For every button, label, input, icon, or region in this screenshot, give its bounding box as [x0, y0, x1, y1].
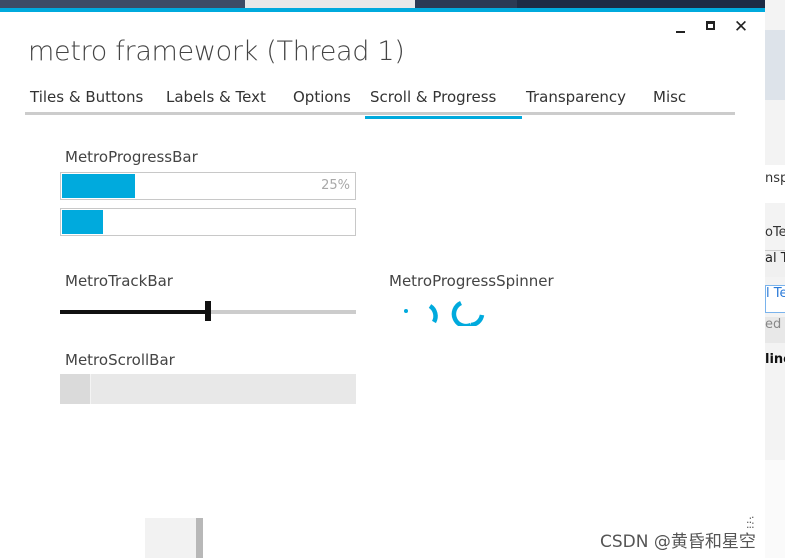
background-panel	[765, 460, 785, 558]
progress-bar-label: MetroProgressBar	[65, 148, 198, 166]
tab-options[interactable]: Options	[293, 88, 351, 112]
background-scrollbar	[196, 518, 203, 558]
scrollbar[interactable]	[60, 374, 356, 404]
metro-window: metro framework (Thread 1) ✕ Tiles & But…	[0, 8, 765, 530]
desktop-strip-segment	[245, 0, 415, 8]
tab-tiles-buttons[interactable]: Tiles & Buttons	[30, 88, 143, 112]
trackbar-label: MetroTrackBar	[65, 272, 173, 290]
maximize-button[interactable]	[703, 18, 721, 36]
resize-grip-icon[interactable]: ..:..:	[746, 509, 755, 530]
scrollbar-thumb[interactable]	[60, 374, 91, 404]
trackbar-filled	[60, 310, 208, 314]
tab-strip: Tiles & Buttons Labels & Text Options Sc…	[25, 84, 735, 119]
desktop-strip-segment	[517, 0, 785, 8]
progress-bar-2-fill	[62, 210, 103, 234]
desktop-strip-segment	[0, 0, 245, 8]
background-text: al T	[765, 250, 785, 277]
background-window-bottom	[145, 518, 203, 558]
desktop-top-strip	[0, 0, 785, 8]
watermark: CSDN @黄昏和星空	[600, 532, 756, 552]
tab-transparency[interactable]: Transparency	[526, 88, 626, 112]
trackbar[interactable]	[60, 301, 356, 321]
window-title: metro framework (Thread 1)	[28, 36, 405, 67]
trackbar-thumb[interactable]	[205, 301, 211, 321]
background-window-right: nspa oTe al T l Tex ed line	[765, 0, 785, 558]
minimize-button[interactable]	[672, 18, 690, 36]
spinner-arcs-icon	[404, 300, 485, 326]
spinner-label: MetroProgressSpinner	[389, 272, 554, 290]
progress-bar-2	[60, 208, 356, 236]
close-button[interactable]: ✕	[732, 18, 750, 36]
background-text: oTe	[765, 225, 785, 240]
tab-misc[interactable]: Misc	[653, 88, 686, 112]
tab-labels-text[interactable]: Labels & Text	[166, 88, 266, 112]
progress-bar-1: 25%	[60, 172, 356, 200]
progress-spinner	[395, 300, 490, 326]
scrollbar-label: MetroScrollBar	[65, 351, 175, 369]
background-thumbnail	[765, 30, 785, 100]
tab-scroll-progress[interactable]: Scroll & Progress	[364, 88, 523, 119]
background-text: nspa	[765, 165, 785, 203]
background-text: line	[765, 352, 785, 367]
background-text: l Tex	[765, 285, 785, 313]
progress-bar-1-percent: 25%	[321, 178, 350, 193]
progress-bar-1-fill	[62, 174, 135, 198]
background-text: ed	[765, 317, 785, 343]
